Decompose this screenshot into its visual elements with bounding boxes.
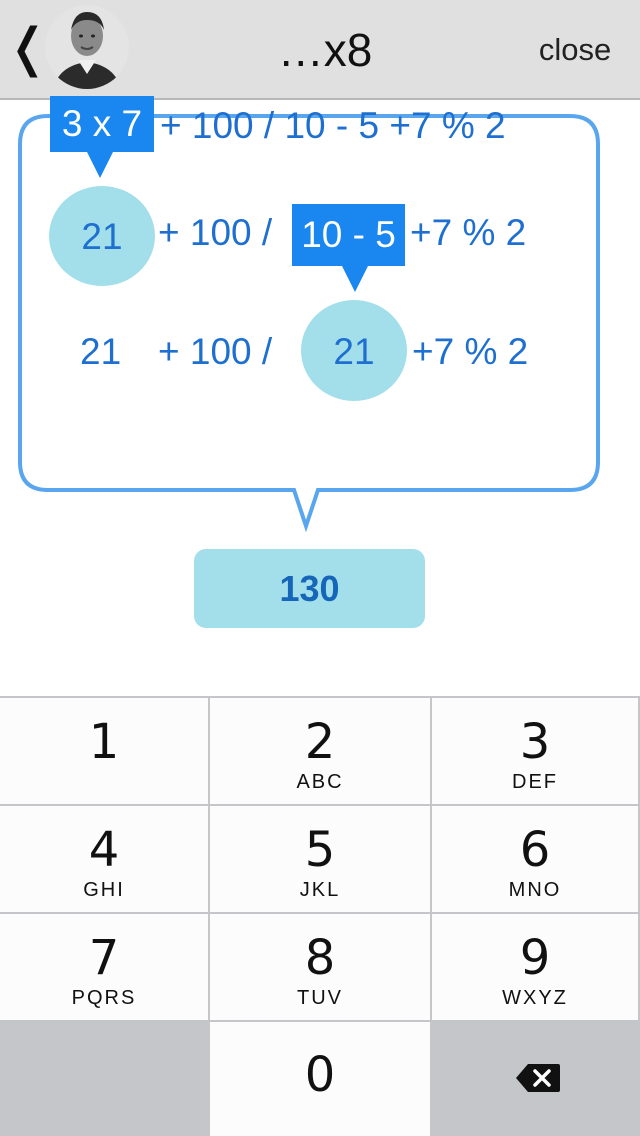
key-letters: DEF xyxy=(512,771,558,793)
pointer-arrow-2 xyxy=(341,264,369,292)
highlight-operation: 3 x 7 xyxy=(50,96,154,152)
key-blank xyxy=(0,1022,208,1136)
expression-text: 21 xyxy=(80,331,122,372)
key-digit: 5 xyxy=(304,822,336,878)
key-6[interactable]: 6 MNO xyxy=(432,806,638,912)
expression-row-1: 3 x 7 + 100 / 10 - 5 +7 % 2 xyxy=(0,96,640,156)
key-7[interactable]: 7 PQRS xyxy=(0,914,208,1020)
key-digit: 7 xyxy=(88,930,120,986)
key-letters: WXYZ xyxy=(502,987,568,1009)
expression-text: + 100 / xyxy=(158,212,273,253)
key-digit: 3 xyxy=(519,714,551,770)
avatar xyxy=(44,0,130,94)
close-button[interactable]: close xyxy=(520,28,630,72)
key-0[interactable]: 0 xyxy=(210,1022,430,1136)
expression-text: +7 % 2 xyxy=(410,212,527,253)
key-letters: ABC xyxy=(296,771,344,793)
key-digit: 6 xyxy=(519,822,551,878)
key-8[interactable]: 8 TUV xyxy=(210,914,430,1020)
answer-field[interactable]: 130 xyxy=(194,549,425,628)
pointer-arrow-1 xyxy=(86,150,114,178)
key-digit: 2 xyxy=(304,714,336,770)
key-digit: 9 xyxy=(519,930,551,986)
expression-text: + 100 / 10 - 5 +7 % 2 xyxy=(160,105,506,146)
key-letters: MNO xyxy=(508,879,562,901)
key-digit: 4 xyxy=(88,822,120,878)
screen: ❬ …x8 close 3 x 7 + 100 / 10 - 5 +7 % 2 … xyxy=(0,0,640,1136)
header-bar: ❬ …x8 close xyxy=(0,0,640,100)
key-2[interactable]: 2 ABC xyxy=(210,698,430,804)
key-letters: PQRS xyxy=(71,987,137,1009)
key-1[interactable]: 1 xyxy=(0,698,208,804)
page-title: …x8 xyxy=(277,24,373,76)
delete-button[interactable] xyxy=(432,1022,640,1136)
key-letters: JKL xyxy=(299,879,341,901)
key-digit: 8 xyxy=(304,930,336,986)
key-4[interactable]: 4 GHI xyxy=(0,806,208,912)
key-letters: TUV xyxy=(297,987,343,1009)
highlight-operation: 10 - 5 xyxy=(292,204,405,266)
key-letters: GHI xyxy=(83,879,125,901)
key-9[interactable]: 9 WXYZ xyxy=(432,914,638,1020)
key-digit: 0 xyxy=(304,1047,336,1103)
numeric-keypad: 1 2 ABC 3 DEF 4 GHI 5 JKL 6 MNO 7 PQRS 8… xyxy=(0,696,640,1136)
expression-text: +7 % 2 xyxy=(412,331,529,372)
expression-text: + 100 / xyxy=(158,331,273,372)
backspace-icon xyxy=(516,1064,560,1092)
back-button[interactable]: ❬ xyxy=(6,18,50,78)
key-3[interactable]: 3 DEF xyxy=(432,698,638,804)
key-5[interactable]: 5 JKL xyxy=(210,806,430,912)
result-circle: 21 xyxy=(301,300,407,401)
key-digit: 1 xyxy=(88,714,120,770)
